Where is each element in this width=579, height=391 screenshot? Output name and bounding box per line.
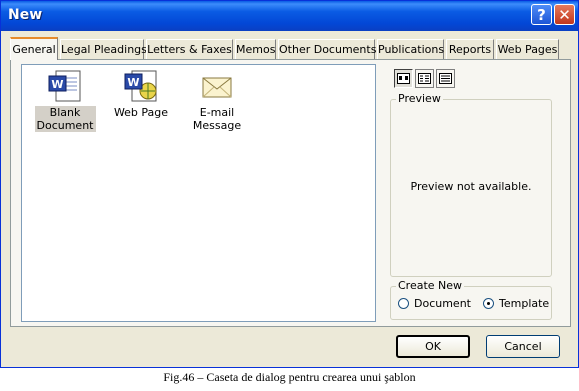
preview-group: Preview Preview not available. (390, 92, 552, 277)
template-label: E-mail (199, 106, 235, 119)
ok-button[interactable]: OK (396, 335, 470, 358)
word-document-icon: W (48, 70, 81, 102)
create-new-group: Create New Document Template (390, 279, 552, 320)
create-new-title: Create New (396, 279, 465, 292)
large-icons-view-button[interactable] (394, 69, 413, 88)
list-view-button[interactable] (415, 69, 434, 88)
template-web-page[interactable]: W Web Page (103, 70, 179, 119)
svg-text:W: W (51, 78, 63, 91)
details-view-icon (439, 73, 452, 84)
document-radio-option[interactable]: Document (398, 297, 471, 310)
document-radio-label: Document (414, 297, 471, 310)
preview-title: Preview (396, 92, 443, 105)
document-radio[interactable] (398, 298, 409, 309)
template-list[interactable]: W Blank Document W Web Page E-mail Messa… (21, 64, 376, 322)
tab-web-pages[interactable]: Web Pages (496, 39, 559, 59)
help-icon: ? (537, 5, 546, 24)
title-bar[interactable]: New ? ✕ (1, 1, 578, 31)
dialog-title: New (8, 7, 43, 23)
template-label: Web Page (113, 106, 169, 119)
tab-general[interactable]: General (10, 37, 58, 60)
tab-letters-faxes[interactable]: Letters & Faxes (146, 39, 233, 59)
template-label-line2: Document (36, 119, 94, 132)
close-button[interactable]: ✕ (554, 4, 575, 25)
svg-text:W: W (127, 76, 139, 89)
tab-other-documents[interactable]: Other Documents (278, 39, 376, 59)
template-label: Blank (49, 106, 81, 119)
large-icons-view-icon (397, 73, 410, 84)
list-view-icon (418, 73, 431, 84)
tab-reports[interactable]: Reports (446, 39, 494, 59)
web-page-icon: W (124, 70, 157, 102)
details-view-button[interactable] (436, 69, 455, 88)
preview-message: Preview not available. (410, 180, 532, 193)
template-radio-label: Template (499, 297, 550, 310)
tab-legal-pleadings[interactable]: Legal Pleadings (60, 39, 147, 59)
help-button[interactable]: ? (531, 4, 552, 25)
template-label-line2: Message (192, 119, 242, 132)
template-email-message[interactable]: E-mail Message (179, 70, 255, 132)
figure-caption: Fig.46 – Caseta de dialog pentru crearea… (163, 370, 416, 384)
envelope-icon (202, 77, 232, 98)
template-radio[interactable] (483, 298, 494, 309)
tab-memos[interactable]: Memos (235, 39, 276, 59)
cancel-button[interactable]: Cancel (486, 335, 560, 358)
tab-publications[interactable]: Publications (377, 39, 444, 59)
close-icon: ✕ (558, 5, 571, 24)
new-dialog: New ? ✕ General Legal Pleadings Letters … (0, 0, 579, 368)
template-radio-option[interactable]: Template (483, 297, 549, 310)
template-blank-document[interactable]: W Blank Document (27, 70, 103, 132)
